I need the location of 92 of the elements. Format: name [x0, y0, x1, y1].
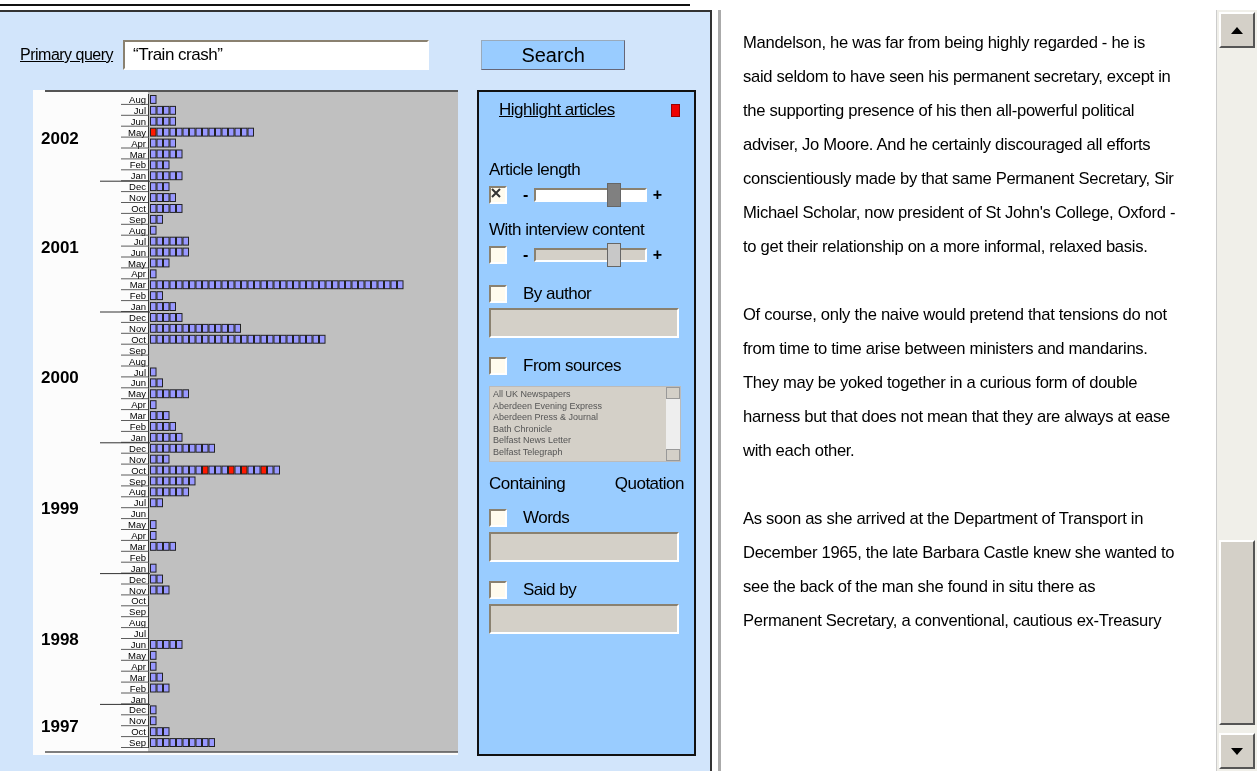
month-label: Mar	[129, 148, 146, 160]
month-label: Feb	[129, 682, 146, 694]
month-label: Jan	[130, 562, 146, 574]
month-label: Aug	[129, 355, 146, 367]
list-item[interactable]: Belfast Telegraph	[493, 446, 663, 458]
month-label: Jun	[130, 246, 146, 258]
month-label: Jan	[130, 693, 146, 705]
month-label: Dec	[129, 704, 146, 716]
month-label: Jun	[130, 508, 146, 520]
list-item[interactable]: Aberdeen Press & Journal	[493, 412, 663, 424]
month-label: Oct	[131, 203, 146, 214]
month-label: Apr	[131, 660, 146, 672]
month-label: Sep	[129, 475, 146, 487]
month-label: Nov	[129, 584, 146, 596]
month-label: Jun	[130, 115, 146, 127]
month-label: Nov	[129, 715, 146, 727]
month-label: May	[128, 388, 146, 400]
month-label: Jan	[130, 170, 146, 182]
month-label: Jul	[133, 235, 146, 247]
month-label: Jan	[130, 301, 146, 313]
article-paragraph: Of course, only the naive would pretend that tensions do not from time to time arise between ministers and mandarins. They may be yoked together in a curious form of double harness but that does not mean that they are always at ease with each other.	[743, 304, 1171, 462]
plus-label: +	[652, 246, 662, 264]
month-label: Oct	[131, 464, 146, 476]
year-label: 2000	[41, 368, 79, 388]
source-list[interactable]: All UK Newspapers Aberdeen Evening Express Aberdeen Press & Journal Bath Chronicle Belfast News Letter Belfast Telegraph	[489, 386, 681, 462]
list-item[interactable]: All UK Newspapers	[493, 389, 663, 401]
month-label: Dec	[129, 181, 146, 193]
year-label: 2002	[41, 128, 79, 148]
panel-title: Highlight articles	[499, 100, 615, 120]
month-label: Mar	[129, 410, 146, 422]
month-label: May	[128, 519, 146, 531]
month-label: Aug	[129, 617, 146, 629]
month-label: Mar	[129, 671, 146, 683]
plus-label: +	[652, 186, 662, 204]
month-label: Apr	[131, 137, 146, 149]
minus-label: -	[523, 246, 528, 264]
query-input[interactable]: “Train crash”	[123, 40, 430, 70]
filter-label: Said by	[523, 580, 577, 600]
article-paragraph: Mandelson, he was far from being highly regarded - he is said seldom to have seen his permanent secretary, except in the supporting presence of his then all-powerful political adviser, Jo Moore. And he certainly discouraged all efforts conscientiously made by that same Permanent Secretary, Sir Michael Scholar, now president of St John's College, Oxford - to get their relationship on a more informal, relaxed basis.	[743, 32, 1176, 258]
minus-label: -	[523, 186, 528, 204]
month-label: May	[128, 649, 146, 661]
month-label: Mar	[129, 279, 146, 291]
filter-label: Words	[523, 508, 570, 528]
month-label: Jun	[130, 377, 146, 389]
year-label: 2001	[41, 237, 79, 257]
year-label: 1999	[41, 499, 79, 519]
month-label: Jul	[133, 628, 146, 640]
month-label: Jul	[133, 104, 146, 116]
month-label: Sep	[129, 606, 146, 618]
month-label: Mar	[129, 540, 146, 552]
month-label: May	[128, 126, 146, 138]
month-label: Dec	[129, 442, 146, 454]
month-label: Nov	[129, 192, 146, 204]
month-label: Apr	[131, 268, 146, 280]
list-item[interactable]: Bath Chronicle	[493, 423, 663, 435]
filter-label: From sources	[523, 356, 621, 376]
article-paragraph: As soon as she arrived at the Department of Transport in December 1965, the late Barbara Castle knew she wanted to see the back of the man she found in situ there as Permanent Secretary, a conventional, cautious ex-Treasury	[743, 508, 1176, 632]
month-label: Dec	[129, 573, 146, 585]
month-label: Apr	[131, 530, 146, 541]
month-label: May	[128, 257, 146, 269]
filter-label: By author	[523, 284, 592, 304]
month-label: Aug	[129, 224, 146, 236]
month-label: Oct	[131, 595, 146, 607]
year-label: 1997	[41, 717, 79, 737]
month-label: Oct	[131, 726, 146, 738]
month-label: Jun	[130, 639, 146, 650]
month-label: Sep	[129, 344, 146, 356]
month-label: Dec	[129, 312, 146, 323]
query-label: Primary query	[20, 46, 114, 64]
month-label: Oct	[131, 333, 146, 345]
month-label: Feb	[129, 159, 146, 171]
month-label: Aug	[129, 94, 146, 105]
month-label: Jul	[133, 497, 146, 509]
filter-label: Article length	[489, 160, 582, 180]
month-label: Nov	[129, 322, 146, 334]
year-label: 1998	[41, 630, 79, 649]
section-heading: Containing	[489, 474, 566, 494]
month-label: Sep	[129, 737, 146, 749]
month-label: Feb	[129, 421, 146, 432]
section-heading: Quotation	[614, 474, 684, 494]
month-label: Sep	[129, 213, 146, 225]
month-label: Apr	[131, 399, 146, 411]
list-item[interactable]: Aberdeen Evening Express	[493, 400, 663, 412]
list-item[interactable]: Belfast News Letter	[493, 435, 663, 447]
month-label: Aug	[129, 486, 146, 498]
month-label: Feb	[129, 290, 146, 302]
search-button[interactable]: Search	[481, 40, 626, 70]
month-label: Jan	[130, 431, 146, 443]
month-label: Feb	[129, 551, 146, 563]
filter-label: With interview content	[489, 220, 646, 240]
month-label: Nov	[129, 453, 146, 465]
month-label: Jul	[133, 366, 146, 378]
